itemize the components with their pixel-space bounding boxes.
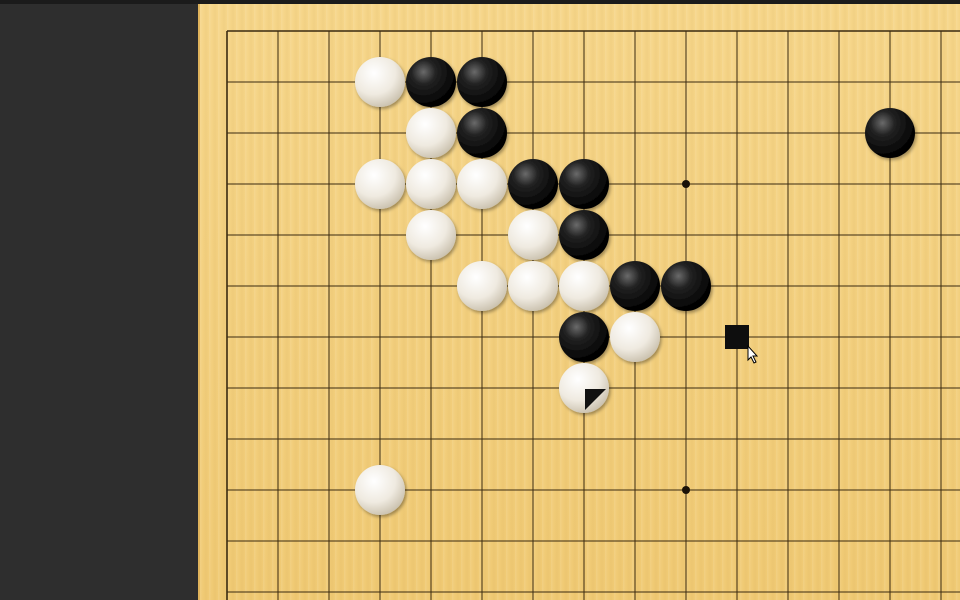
white-stone[interactable]	[406, 159, 456, 209]
black-stone[interactable]	[610, 261, 660, 311]
arrow-cursor-icon	[747, 344, 759, 364]
white-stone[interactable]	[559, 363, 609, 413]
white-stone[interactable]	[355, 57, 405, 107]
white-stone[interactable]	[355, 465, 405, 515]
black-stone[interactable]	[508, 159, 558, 209]
hover-placement-marker[interactable]	[725, 325, 749, 349]
white-stone[interactable]	[457, 159, 507, 209]
left-side-panel	[0, 4, 198, 600]
white-stone[interactable]	[406, 210, 456, 260]
black-stone[interactable]	[406, 57, 456, 107]
white-stone[interactable]	[508, 210, 558, 260]
black-stone[interactable]	[559, 210, 609, 260]
white-stone[interactable]	[457, 261, 507, 311]
white-stone[interactable]	[508, 261, 558, 311]
stones-layer[interactable]	[200, 4, 960, 600]
go-board[interactable]	[198, 4, 960, 600]
black-stone[interactable]	[457, 57, 507, 107]
black-stone[interactable]	[559, 159, 609, 209]
black-stone[interactable]	[865, 108, 915, 158]
black-stone[interactable]	[457, 108, 507, 158]
white-stone[interactable]	[610, 312, 660, 362]
white-stone[interactable]	[355, 159, 405, 209]
white-stone[interactable]	[406, 108, 456, 158]
white-stone[interactable]	[559, 261, 609, 311]
black-stone[interactable]	[559, 312, 609, 362]
black-stone[interactable]	[661, 261, 711, 311]
